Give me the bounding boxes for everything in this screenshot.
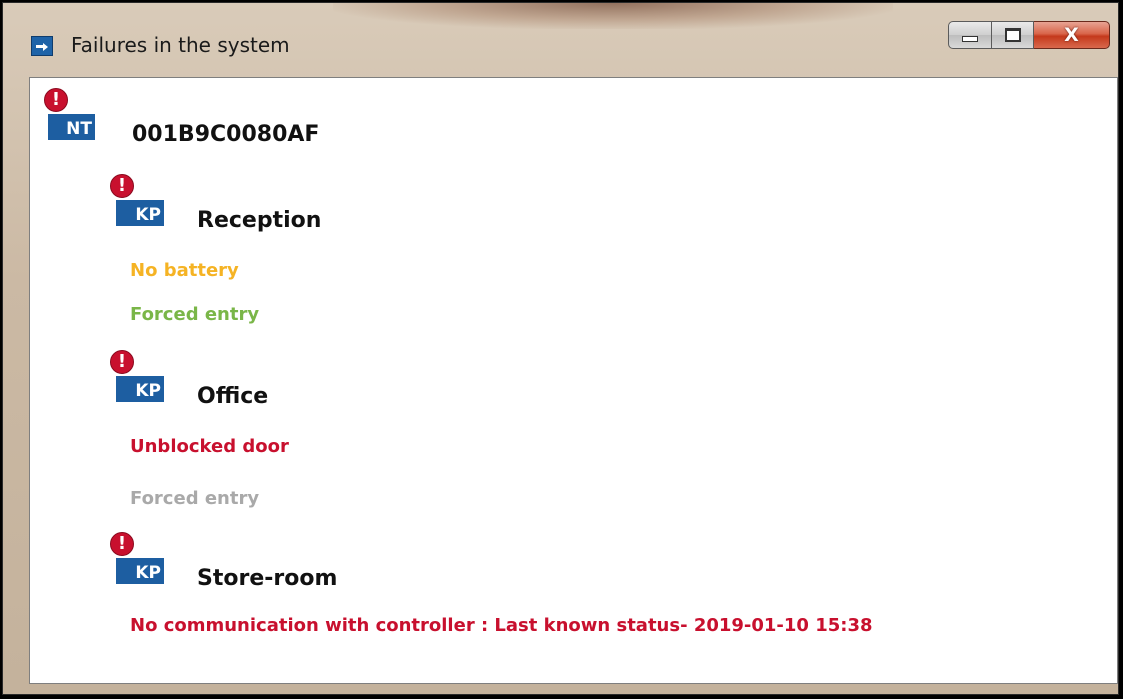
status-text: Forced entry xyxy=(130,304,260,325)
alert-icon: ! xyxy=(44,88,68,112)
minimize-button[interactable] xyxy=(948,21,992,49)
keypad-badge: KP xyxy=(116,558,164,584)
maximize-icon xyxy=(1004,28,1021,42)
close-button[interactable]: X xyxy=(1034,21,1110,49)
controller-badge: NT xyxy=(48,114,95,140)
status-text: No communication with controller : Last … xyxy=(130,615,873,636)
title-bar[interactable]: Failures in the system X xyxy=(3,3,1118,78)
keypad-name: Office xyxy=(197,384,269,409)
close-icon: X xyxy=(1064,23,1079,46)
status-text: No battery xyxy=(130,260,239,281)
status-text: Forced entry xyxy=(130,488,260,509)
keypad-badge: KP xyxy=(116,376,164,402)
keypad-name: Reception xyxy=(197,208,322,233)
caption-buttons: X xyxy=(948,21,1110,51)
app-icon xyxy=(31,36,53,56)
failures-list: ! NT 001B9C0080AF ! KP Reception No batt… xyxy=(29,77,1118,684)
alert-icon: ! xyxy=(110,532,134,556)
minimize-icon xyxy=(962,36,978,42)
keypad-name: Store-room xyxy=(197,566,338,591)
window-title: Failures in the system xyxy=(71,33,290,57)
alert-icon: ! xyxy=(110,350,134,374)
maximize-button[interactable] xyxy=(992,21,1034,49)
keypad-badge: KP xyxy=(116,200,164,226)
alert-icon: ! xyxy=(110,174,134,198)
failures-window: Failures in the system X ! NT 001B9C0080… xyxy=(2,2,1119,695)
controller-name: 001B9C0080AF xyxy=(132,122,320,147)
status-text: Unblocked door xyxy=(130,436,289,457)
